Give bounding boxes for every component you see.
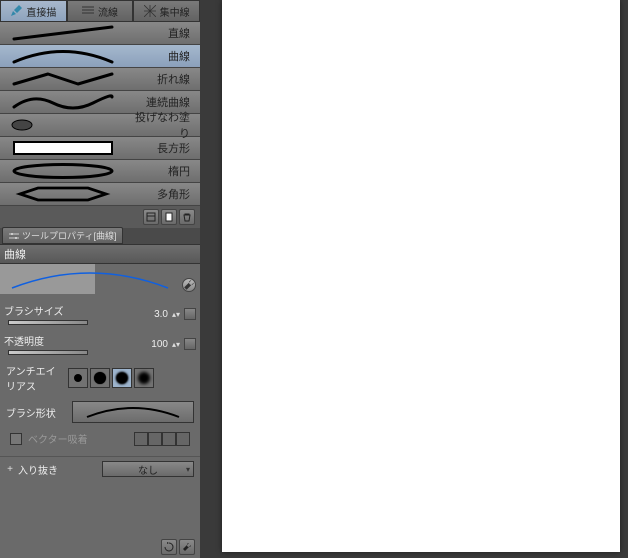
rectangle-icon: [0, 137, 126, 159]
property-tab-label: ツールプロパティ[曲線]: [22, 229, 116, 242]
vector-snap-label: ベクター吸着: [28, 431, 88, 446]
tool-line[interactable]: 直線: [0, 22, 200, 45]
sub-tool-list: 直線 曲線 折れ線 連続曲線 投げなわ塗り 長方形: [0, 22, 200, 206]
tool-polygon[interactable]: 多角形: [0, 183, 200, 206]
tool-property-title: 曲線: [0, 244, 200, 264]
pressure-link-icon[interactable]: [184, 308, 196, 320]
wrench-icon[interactable]: [179, 539, 195, 555]
in-out-label: 入り抜き: [18, 462, 58, 477]
prop-brush-shape: ブラシ形状: [0, 397, 200, 427]
tool-label: 長方形: [126, 140, 200, 156]
tool-label: 投げなわ塗り: [126, 109, 200, 141]
tool-curve[interactable]: 曲線: [0, 45, 200, 68]
brush-shape-label: ブラシ形状: [6, 405, 66, 420]
tool-label: 直線: [126, 25, 200, 41]
tool-label: 多角形: [126, 186, 200, 202]
tool-lasso-fill[interactable]: 投げなわ塗り: [0, 114, 200, 137]
tab-label: 流線: [98, 4, 118, 19]
aa-option-none[interactable]: [68, 368, 88, 388]
tab-label: 集中線: [160, 4, 190, 19]
tool-label: 連続曲線: [126, 94, 200, 110]
tool-rectangle[interactable]: 長方形: [0, 137, 200, 160]
chevron-updown-icon[interactable]: ▴▾: [172, 310, 180, 319]
tool-label: 折れ線: [126, 71, 200, 87]
brush-size-slider[interactable]: [8, 320, 88, 325]
continuous-curve-icon: [0, 91, 126, 113]
prop-vector-snap: ベクター吸着: [0, 427, 200, 450]
stroke-shape-icon: [83, 403, 183, 421]
curve-icon: [0, 45, 126, 67]
vector-snap-options: [134, 432, 190, 446]
opacity-label: 不透明度: [4, 333, 64, 348]
tool-label: 曲線: [126, 48, 200, 64]
vector-snap-checkbox[interactable]: [10, 433, 22, 445]
aa-option-medium[interactable]: [112, 368, 132, 388]
antialias-label: アンチエイリアス: [6, 363, 64, 393]
property-tab-row: ツールプロパティ[曲線]: [0, 228, 200, 244]
line-icon: [0, 22, 126, 44]
property-actions: [0, 536, 200, 558]
chevron-updown-icon[interactable]: ▴▾: [172, 340, 180, 349]
prop-in-out: + 入り抜き なし: [0, 456, 200, 481]
snap-box[interactable]: [176, 432, 190, 446]
wrench-icon[interactable]: [182, 278, 196, 292]
lasso-fill-icon: [0, 114, 126, 136]
canvas[interactable]: [222, 0, 620, 552]
trash-icon[interactable]: [179, 209, 195, 225]
brush-size-value[interactable]: 3.0: [154, 309, 168, 320]
title-text: 曲線: [4, 246, 26, 262]
opacity-value[interactable]: 100: [151, 339, 168, 350]
tab-label: 直接描: [26, 4, 56, 19]
snap-box[interactable]: [134, 432, 148, 446]
aa-option-weak[interactable]: [90, 368, 110, 388]
curve-preview-icon: [0, 266, 180, 292]
properties-panel: ブラシサイズ 3.0 ▴▾ 不透明度 100 ▴▾: [0, 294, 200, 536]
brush-size-label: ブラシサイズ: [4, 303, 64, 318]
pencil-icon: [10, 5, 22, 17]
in-out-select[interactable]: なし: [102, 461, 194, 477]
plus-icon[interactable]: +: [6, 464, 14, 475]
tool-property-tab[interactable]: ツールプロパティ[曲線]: [2, 227, 123, 244]
prop-opacity: 不透明度 100 ▴▾: [0, 329, 200, 359]
pressure-link-icon[interactable]: [184, 338, 196, 350]
brush-preview: [0, 264, 200, 294]
prop-antialias: アンチエイリアス: [0, 359, 200, 397]
tab-direct-draw[interactable]: 直接描: [0, 0, 67, 22]
menu-icon[interactable]: [143, 209, 159, 225]
polyline-icon: [0, 68, 126, 90]
stream-lines-icon: [82, 5, 94, 17]
sub-tool-actions: [0, 206, 200, 228]
snap-box[interactable]: [162, 432, 176, 446]
tool-category-tabs: 直接描 流線 集中線: [0, 0, 200, 22]
tab-focus-line[interactable]: 集中線: [133, 0, 200, 22]
opacity-slider[interactable]: [8, 350, 88, 355]
prop-brush-size: ブラシサイズ 3.0 ▴▾: [0, 299, 200, 329]
new-icon[interactable]: [161, 209, 177, 225]
in-out-value: なし: [138, 462, 158, 477]
tab-stream-line[interactable]: 流線: [67, 0, 134, 22]
snap-box[interactable]: [148, 432, 162, 446]
tool-label: 楕円: [126, 163, 200, 179]
tool-ellipse[interactable]: 楕円: [0, 160, 200, 183]
canvas-viewport[interactable]: [200, 0, 628, 558]
polygon-icon: [0, 183, 126, 205]
sliders-icon: [9, 231, 19, 241]
ellipse-icon: [0, 160, 126, 182]
reset-icon[interactable]: [161, 539, 177, 555]
aa-option-strong[interactable]: [134, 368, 154, 388]
radial-lines-icon: [144, 5, 156, 17]
tool-polyline[interactable]: 折れ線: [0, 68, 200, 91]
brush-shape-preview[interactable]: [72, 401, 194, 423]
